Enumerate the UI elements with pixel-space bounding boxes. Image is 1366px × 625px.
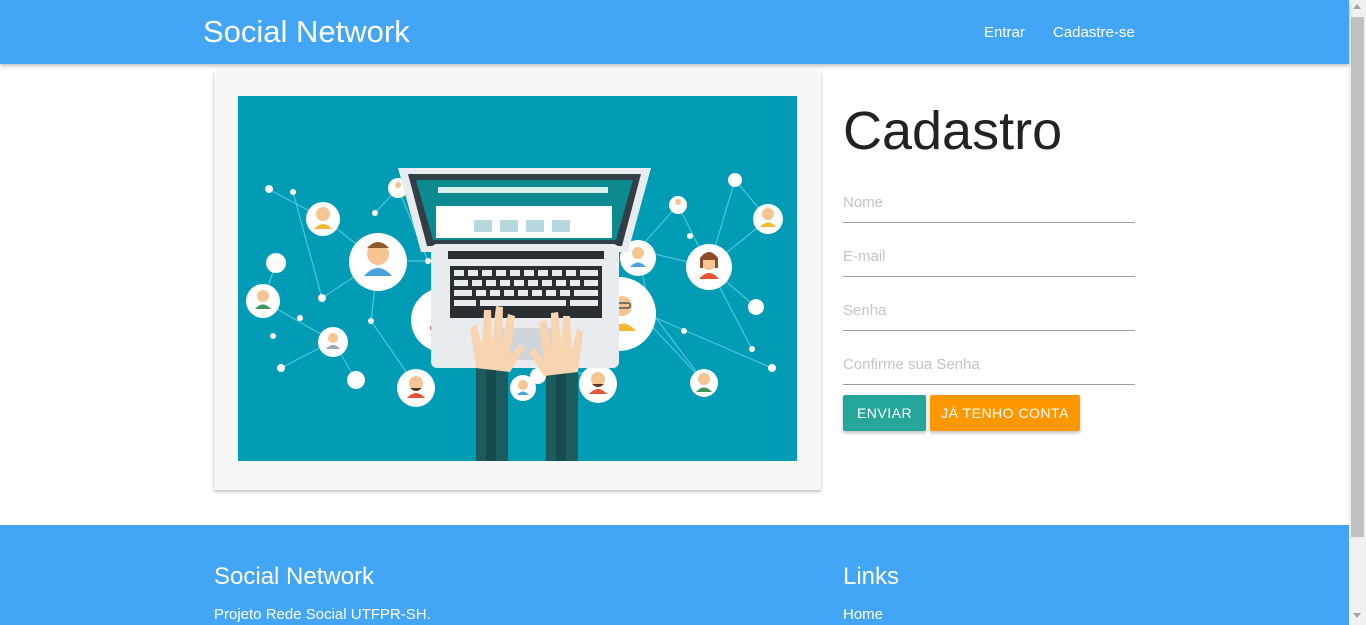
image-card <box>214 72 821 490</box>
scroll-down-arrow-icon[interactable] <box>1353 613 1361 618</box>
submit-button[interactable]: Enviar <box>843 395 926 431</box>
confirm-password-field[interactable] <box>843 345 1135 385</box>
email-field[interactable] <box>843 237 1135 277</box>
footer: Social Network Projeto Rede Social UTFPR… <box>0 525 1349 625</box>
have-account-button[interactable]: Já tenho conta <box>930 395 1080 431</box>
form-title: Cadastro <box>843 101 1063 161</box>
nav-link-cadastre-se[interactable]: Cadastre-se <box>1053 24 1135 41</box>
footer-links-title: Links <box>843 563 900 590</box>
scroll-up-arrow-icon[interactable] <box>1353 4 1361 9</box>
password-field[interactable] <box>843 291 1135 331</box>
brand-logo[interactable]: Social Network <box>203 14 410 50</box>
footer-description: Projeto Rede Social UTFPR-SH. <box>214 606 431 623</box>
footer-link-home[interactable]: Home <box>843 606 883 623</box>
nav-link-entrar[interactable]: Entrar <box>984 24 1025 41</box>
footer-title: Social Network <box>214 563 375 590</box>
navbar: Social Network Entrar Cadastre-se <box>0 0 1349 64</box>
vertical-scrollbar[interactable] <box>1349 0 1366 625</box>
scrollbar-thumb[interactable] <box>1351 17 1364 537</box>
name-field[interactable] <box>843 183 1135 223</box>
social-network-illustration <box>238 96 797 461</box>
